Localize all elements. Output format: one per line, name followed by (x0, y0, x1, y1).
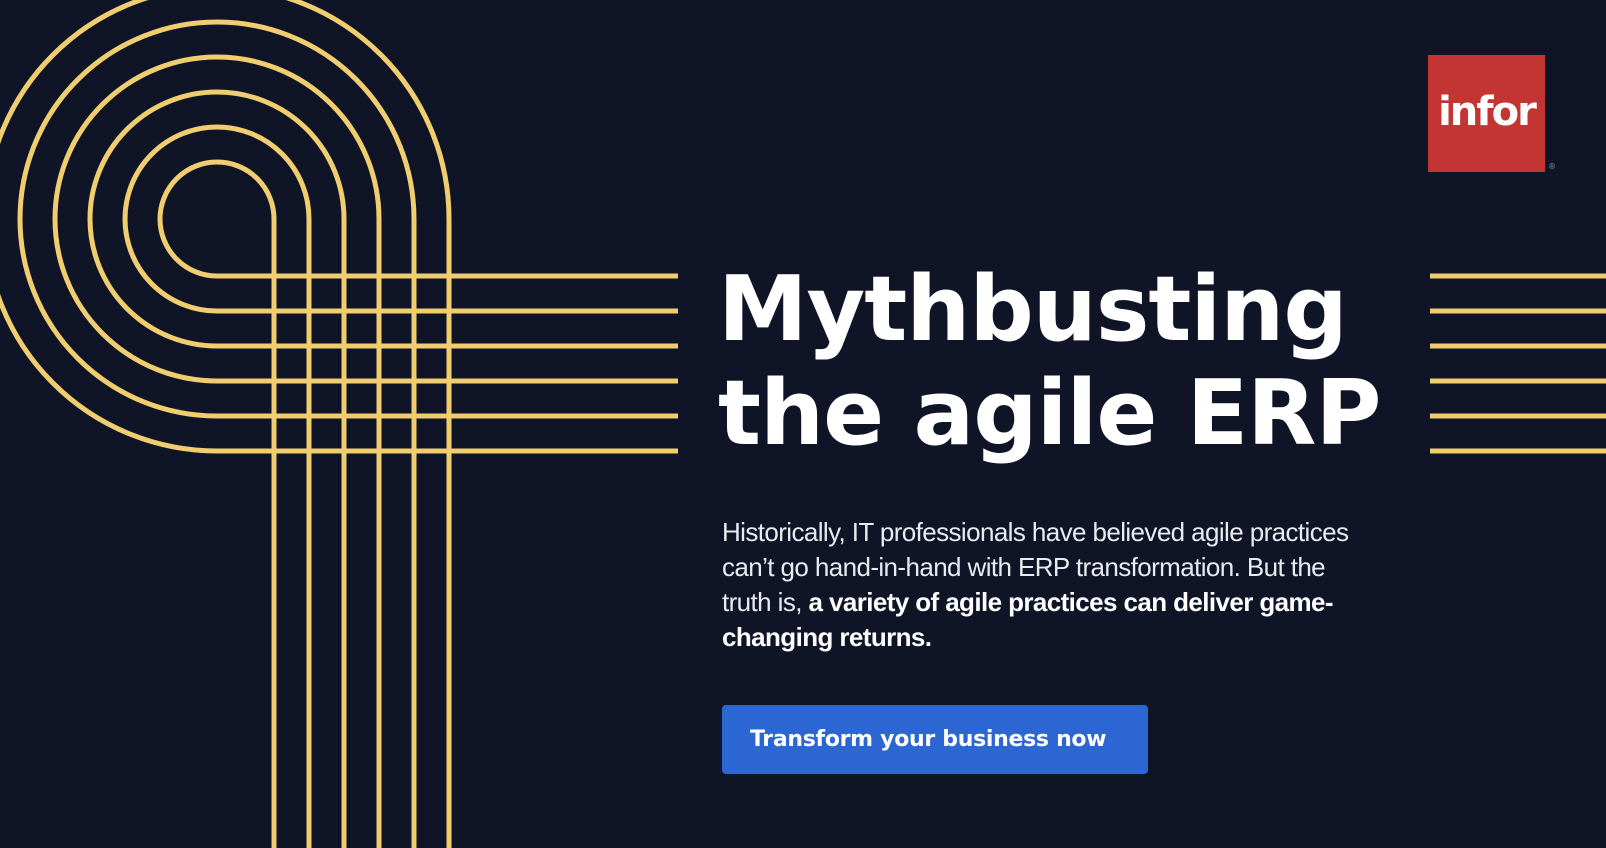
intro-paragraph: Historically, IT professionals have beli… (722, 515, 1352, 655)
decor-line-3 (87, 89, 678, 848)
hero-banner: infor ® Mythbusting the agile ERP Histor… (0, 0, 1606, 848)
logo-wordmark: infor (1438, 88, 1537, 135)
decor-line-2 (122, 124, 678, 848)
registered-mark: ® (1548, 162, 1556, 171)
infor-logo[interactable]: infor (1428, 55, 1545, 172)
page-title: Mythbusting the agile ERP (718, 258, 1418, 466)
intro-highlight: a variety of agile practices can deliver… (722, 587, 1334, 652)
concentric-lines-graphic (0, 0, 678, 848)
decor-line-5 (17, 19, 678, 848)
decor-line-1 (157, 159, 678, 848)
headline-line-2: the agile ERP (718, 361, 1381, 466)
transform-business-button[interactable]: Transform your business now (722, 705, 1148, 774)
headline-line-1: Mythbusting (718, 257, 1348, 362)
decor-line-6 (0, 0, 678, 848)
horizontal-lines-graphic (1430, 273, 1606, 454)
